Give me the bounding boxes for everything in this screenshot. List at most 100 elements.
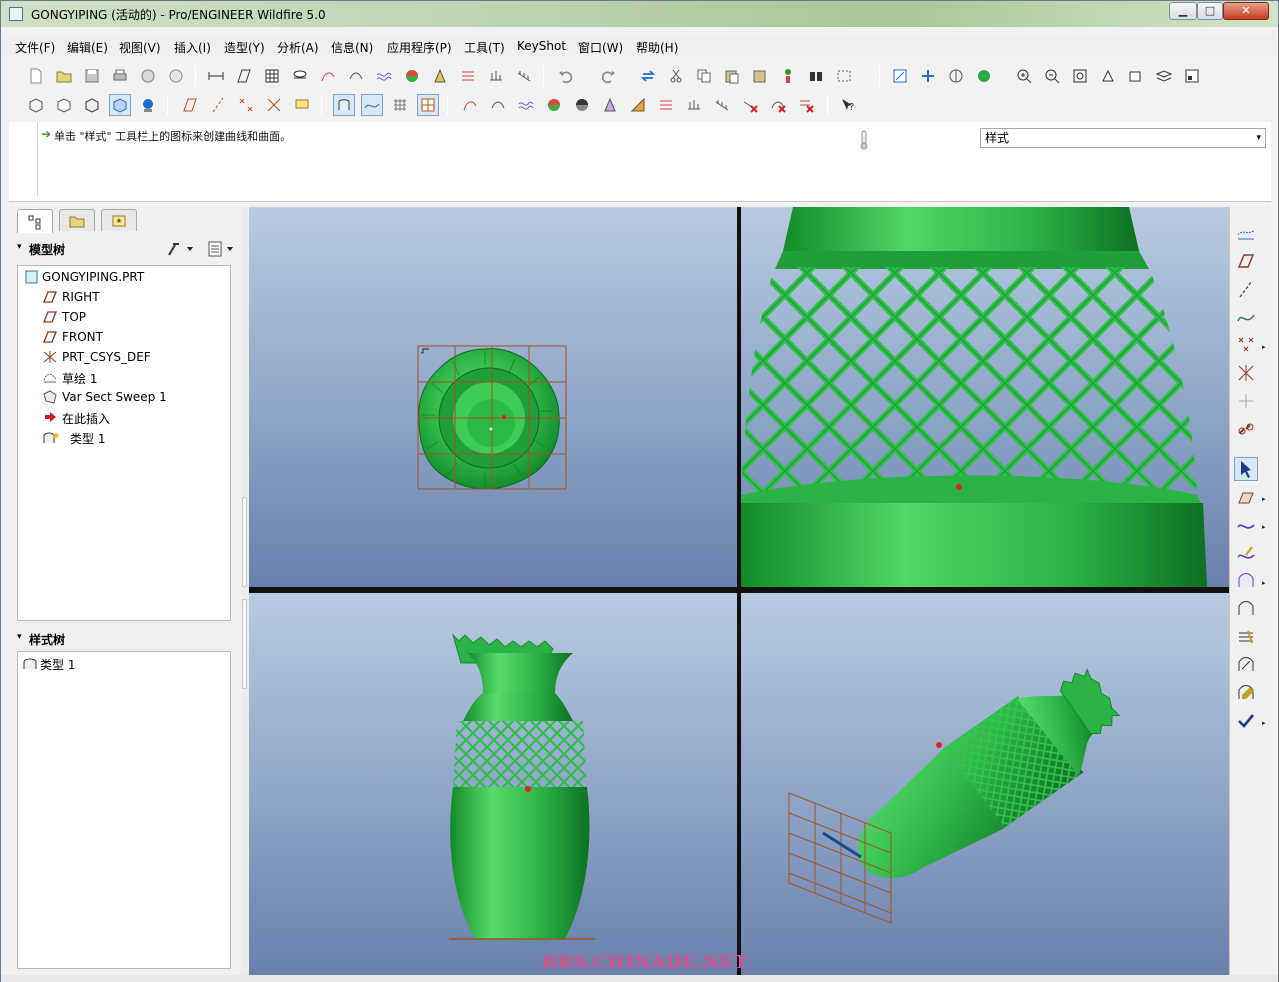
- regenerate-icon[interactable]: [637, 65, 659, 87]
- repaint-icon[interactable]: [945, 65, 967, 87]
- csys-display-icon[interactable]: [263, 94, 285, 116]
- hidden-line-icon[interactable]: [53, 94, 75, 116]
- view-manager-icon[interactable]: [1181, 65, 1203, 87]
- redo-icon[interactable]: [597, 65, 619, 87]
- plane-display-icon[interactable]: [179, 94, 201, 116]
- active-plane-icon[interactable]: [1234, 249, 1258, 273]
- email-icon[interactable]: [137, 65, 159, 87]
- axis-display-icon[interactable]: [207, 94, 229, 116]
- menu-edit[interactable]: 编辑(E): [67, 39, 108, 56]
- menu-info[interactable]: 信息(N): [331, 39, 373, 56]
- menu-analysis[interactable]: 分析(A): [277, 39, 319, 56]
- tree-row[interactable]: 草绘 1: [18, 368, 230, 386]
- model-tree-header[interactable]: ▾ 模型树: [15, 239, 235, 259]
- grid-icon[interactable]: [417, 94, 439, 116]
- settings-tools-icon[interactable]: [165, 240, 195, 258]
- menu-style[interactable]: 造型(Y): [224, 39, 265, 56]
- graphics-area[interactable]: [249, 207, 1229, 975]
- save-icon[interactable]: [81, 65, 103, 87]
- point-display-icon[interactable]: [235, 94, 257, 116]
- gaussian-icon[interactable]: [543, 94, 565, 116]
- highlight-icon[interactable]: [655, 94, 677, 116]
- reorient-icon[interactable]: [1097, 65, 1119, 87]
- style-tree-header[interactable]: ▾ 样式树: [15, 629, 235, 649]
- edit-curve-icon[interactable]: [1234, 541, 1258, 565]
- surface-connect-icon[interactable]: [1234, 597, 1258, 621]
- select-box-icon[interactable]: [833, 65, 855, 87]
- paste-icon[interactable]: [721, 65, 743, 87]
- refit-icon[interactable]: [1069, 65, 1091, 87]
- tree-row[interactable]: RIGHT: [18, 288, 230, 306]
- select-pointer-icon[interactable]: [1234, 457, 1258, 481]
- draft-analysis-icon[interactable]: [429, 65, 451, 87]
- filter-select[interactable]: 样式 ▾: [980, 128, 1266, 148]
- offset-analysis-icon[interactable]: [485, 65, 507, 87]
- copy-icon[interactable]: [693, 65, 715, 87]
- delete-all-sections-icon[interactable]: [795, 94, 817, 116]
- curve-on-surface-icon[interactable]: [1234, 681, 1258, 705]
- table-icon[interactable]: [261, 65, 283, 87]
- tree-row[interactable]: PRT_CSYS_DEF: [18, 348, 230, 366]
- tree-row[interactable]: TOP: [18, 308, 230, 326]
- close-button[interactable]: ✕: [1223, 2, 1269, 20]
- open-folder-icon[interactable]: [53, 65, 75, 87]
- edit-surface-icon[interactable]: [1234, 653, 1258, 677]
- edit-definition-icon[interactable]: [777, 65, 799, 87]
- menu-tools[interactable]: 工具(T): [464, 39, 505, 56]
- delete-analysis-icon[interactable]: [739, 94, 761, 116]
- print-icon[interactable]: [109, 65, 131, 87]
- surface-curvature-icon[interactable]: [487, 94, 509, 116]
- find-icon[interactable]: [805, 65, 827, 87]
- undo-icon[interactable]: [555, 65, 577, 87]
- style-curve-icon[interactable]: [361, 94, 383, 116]
- no-hidden-icon[interactable]: [81, 94, 103, 116]
- menu-insert[interactable]: 插入(I): [174, 39, 211, 56]
- tab-favorites[interactable]: [101, 209, 137, 231]
- point-tool-icon[interactable]: [1234, 333, 1258, 357]
- viewport-front[interactable]: [249, 593, 737, 975]
- splitter-grip[interactable]: [242, 599, 247, 689]
- sketch-tool-icon[interactable]: [317, 65, 339, 87]
- curve-analysis-tool-icon[interactable]: [1234, 221, 1258, 245]
- curve-tool-icon[interactable]: [1234, 513, 1258, 537]
- cut-icon[interactable]: [665, 65, 687, 87]
- sketch-mode-icon[interactable]: [889, 65, 911, 87]
- menu-window[interactable]: 窗口(W): [578, 39, 623, 56]
- surface-analysis-icon[interactable]: [345, 65, 367, 87]
- create-curve-icon[interactable]: [1234, 305, 1258, 329]
- show-options-icon[interactable]: [207, 240, 237, 258]
- tree-row[interactable]: Var Sect Sweep 1: [18, 388, 230, 406]
- tab-model-tree[interactable]: [17, 209, 53, 233]
- style-surface-icon[interactable]: [333, 94, 355, 116]
- zoom-out-icon[interactable]: [1041, 65, 1063, 87]
- link-chain-icon[interactable]: [1234, 417, 1258, 441]
- layers-icon[interactable]: [1153, 65, 1175, 87]
- tree-row[interactable]: 类型 1: [18, 428, 230, 446]
- email-link-icon[interactable]: [165, 65, 187, 87]
- saved-views-icon[interactable]: [1125, 65, 1147, 87]
- tree-row[interactable]: FRONT: [18, 328, 230, 346]
- viewport-zoom[interactable]: [741, 207, 1229, 587]
- panel-splitter[interactable]: [241, 207, 249, 975]
- tree-row[interactable]: 类型 1: [18, 654, 230, 672]
- layer-icon[interactable]: [289, 65, 311, 87]
- menu-file[interactable]: 文件(F): [15, 39, 55, 56]
- minimize-button[interactable]: ▁: [1169, 2, 1197, 20]
- csys-tool-icon[interactable]: [1234, 361, 1258, 385]
- appearance-icon[interactable]: [137, 94, 159, 116]
- splitter-grip[interactable]: [242, 497, 247, 587]
- context-help-icon[interactable]: ?: [837, 94, 859, 116]
- shaded-display-icon[interactable]: [973, 65, 995, 87]
- dropped-curve-icon[interactable]: [1234, 389, 1258, 413]
- maximize-button[interactable]: □: [1197, 2, 1223, 20]
- menu-view[interactable]: 视图(V): [119, 39, 161, 56]
- section-icon[interactable]: [515, 94, 537, 116]
- tree-row[interactable]: GONGYIPING.PRT: [18, 268, 230, 286]
- menu-applications[interactable]: 应用程序(P): [387, 39, 452, 56]
- tree-row[interactable]: 在此插入: [18, 408, 230, 426]
- offset-icon[interactable]: [683, 94, 705, 116]
- datum-display-icon[interactable]: [917, 65, 939, 87]
- mesh-icon[interactable]: [389, 94, 411, 116]
- shade-analysis-icon[interactable]: [401, 65, 423, 87]
- collapse-caret-icon[interactable]: ▾: [17, 632, 22, 642]
